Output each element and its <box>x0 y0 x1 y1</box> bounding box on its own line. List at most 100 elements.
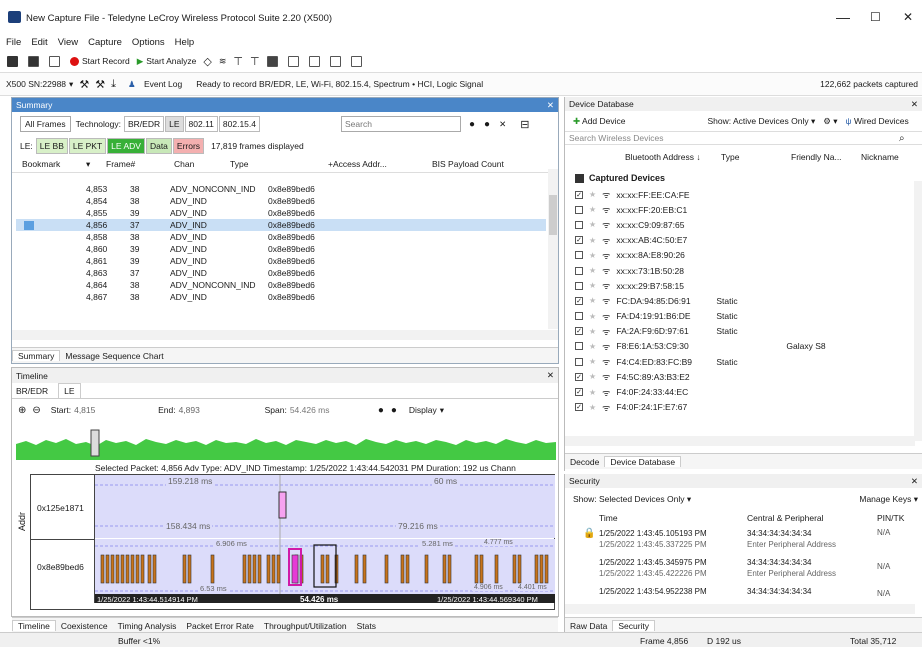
summary-close-button[interactable]: ✕ <box>547 98 554 112</box>
timeline-next-icon[interactable]: ● <box>391 405 397 416</box>
device-checkbox[interactable]: ✓ <box>575 296 583 305</box>
filter-clear-icon[interactable]: ⊤ <box>250 55 260 68</box>
menu-help[interactable]: Help <box>175 37 195 48</box>
star-icon[interactable]: ★ <box>589 220 596 229</box>
show-devices-dropdown[interactable]: Show: Active Devices Only ▾ <box>708 116 816 127</box>
settings-gear-icon[interactable]: ⚙ ▾ <box>823 116 837 127</box>
summary-search-input[interactable]: Search <box>341 116 461 132</box>
security-show-dropdown[interactable]: Show: Selected Devices Only ▾ <box>573 494 691 505</box>
table-row[interactable]: 4,860 39 ADV_IND 0x8e89bed6 <box>16 243 546 255</box>
display-dropdown[interactable]: Display <box>409 405 437 415</box>
device-row[interactable]: ✓ ★ ᯤ FA:2A:F9:6D:97:61 Static <box>565 324 922 339</box>
star-icon[interactable]: ★ <box>589 190 596 199</box>
split-icon[interactable] <box>329 55 344 67</box>
device-checkbox[interactable]: ✓ <box>575 372 583 381</box>
tab-raw-data[interactable]: Raw Data <box>565 621 612 631</box>
tab-le[interactable]: LE <box>58 383 81 398</box>
tab-message-sequence[interactable]: Message Sequence Chart <box>60 351 168 361</box>
col-access-addr[interactable]: +Access Addr... <box>328 159 424 169</box>
copy-icon[interactable] <box>287 55 302 67</box>
star-icon[interactable]: ★ <box>589 251 596 260</box>
open-folder-icon[interactable] <box>7 55 21 67</box>
summary-vscroll[interactable] <box>548 169 558 329</box>
captured-devices-group[interactable]: Captured Devices <box>565 169 922 187</box>
tab-summary[interactable]: Summary <box>12 350 61 361</box>
tab-packet-error-rate[interactable]: Packet Error Rate <box>181 621 259 631</box>
device-row[interactable]: ✓ ★ ᯤ FC:DA:94:85:D6:91 Static <box>565 293 922 308</box>
device-checkbox[interactable]: ✓ <box>575 236 583 245</box>
menu-view[interactable]: View <box>58 37 78 48</box>
device-checkbox[interactable]: ✓ <box>575 327 583 336</box>
device-checkbox[interactable] <box>575 312 583 321</box>
tab-timeline[interactable]: Timeline <box>12 620 56 631</box>
timeline-prev-icon[interactable]: ● <box>378 405 384 416</box>
tab-bredr[interactable]: BR/EDR <box>16 386 48 396</box>
table-row[interactable]: 4,861 39 ADV_IND 0x8e89bed6 <box>16 255 546 267</box>
menu-capture[interactable]: Capture <box>88 37 122 48</box>
timeline-close-button[interactable]: ✕ <box>547 370 554 381</box>
layout-icon[interactable] <box>308 55 323 67</box>
col-friendly-name[interactable]: Friendly Na... <box>791 152 861 162</box>
event-log-button[interactable]: ♟ Event Log <box>122 79 182 90</box>
zoom-out-icon[interactable]: ⊖ <box>32 405 40 416</box>
device-row[interactable]: ✓ ★ ᯤ xx:xx:FF:EE:CA:FE <box>565 187 922 202</box>
device-checkbox[interactable] <box>575 205 583 214</box>
col-pin[interactable]: PIN/TK <box>877 513 904 523</box>
device-checkbox[interactable] <box>575 266 583 275</box>
col-bis-payload[interactable]: BIS Payload Count <box>424 159 524 169</box>
device-row[interactable]: ★ ᯤ xx:xx:8A:E8:90:26 <box>565 248 922 263</box>
tab-coexistence[interactable]: Coexistence <box>56 621 113 631</box>
span-field[interactable]: 54.426 ms <box>290 405 378 415</box>
menu-edit[interactable]: Edit <box>31 37 47 48</box>
trigger-icon[interactable]: ⚒ <box>95 78 105 91</box>
maximize-button[interactable]: ☐ <box>870 10 881 24</box>
all-frames-button[interactable]: All Frames <box>20 116 71 132</box>
col-frame[interactable]: Frame# <box>98 159 174 169</box>
selected-packet-bar[interactable] <box>291 554 299 584</box>
le-pkt-filter[interactable]: LE PKT <box>68 138 107 154</box>
tab-decode[interactable]: Decode <box>565 457 604 467</box>
packet-mark-upper[interactable] <box>278 491 287 519</box>
table-row[interactable]: 4,858 38 ADV_IND 0x8e89bed6 <box>16 231 546 243</box>
add-device-button[interactable]: ✚ Add Device <box>573 116 626 127</box>
star-icon[interactable]: ★ <box>589 342 596 351</box>
table-row[interactable]: 4,863 37 ADV_IND 0x8e89bed6 <box>16 267 546 279</box>
security-row[interactable]: 🔒 1/25/2022 1:43:45.105193 PM 1/25/2022 1… <box>583 526 922 555</box>
summary-hscroll[interactable] <box>12 330 558 340</box>
close-button[interactable]: ✕ <box>903 10 913 24</box>
star-icon[interactable]: ★ <box>589 205 596 214</box>
table-row[interactable]: 4,867 38 ADV_IND 0x8e89bed6 <box>16 291 546 303</box>
device-db-close-button[interactable]: ✕ <box>911 99 918 110</box>
security-close-button[interactable]: ✕ <box>911 476 918 487</box>
display-dropdown-icon[interactable]: ▾ <box>440 405 444 416</box>
device-checkbox[interactable] <box>575 342 583 351</box>
export-icon[interactable]: ⊟ <box>520 118 529 131</box>
tab-throughput[interactable]: Throughput/Utilization <box>259 621 352 631</box>
table-row[interactable]: 4,864 38 ADV_NONCONN_IND 0x8e89bed6 <box>16 279 546 291</box>
errors-filter[interactable]: Errors <box>172 138 205 154</box>
device-hscroll[interactable] <box>565 436 915 446</box>
col-time[interactable]: Time <box>599 513 747 523</box>
star-icon[interactable]: ★ <box>589 281 596 290</box>
device-row[interactable]: ★ ᯤ xx:xx:29:B7:58:15 <box>565 278 922 293</box>
search-prev-icon[interactable]: ● <box>484 119 490 130</box>
report-icon[interactable] <box>266 55 281 67</box>
star-icon[interactable]: ★ <box>589 266 596 275</box>
tech-80211[interactable]: 802.11 <box>184 116 218 132</box>
tab-security[interactable]: Security <box>612 620 656 631</box>
device-search-icon[interactable]: ⌕ <box>899 133 905 144</box>
search-next-icon[interactable]: ● <box>469 119 475 130</box>
minimize-button[interactable]: — <box>836 9 850 25</box>
device-checkbox[interactable] <box>575 357 583 366</box>
zoom-in-icon[interactable]: ⊕ <box>18 405 26 416</box>
wired-devices-button[interactable]: ψ Wired Devices <box>846 116 909 126</box>
tab-stats[interactable]: Stats <box>352 621 381 631</box>
device-checkbox[interactable]: ✓ <box>575 403 583 412</box>
device-row[interactable]: ★ ᯤ F8:E6:1A:53:C9:30 Galaxy S8 <box>565 339 922 354</box>
device-row[interactable]: ✓ ★ ᯤ F4:0F:24:33:44:EC <box>565 384 922 399</box>
device-vscroll[interactable] <box>914 181 922 441</box>
security-row[interactable]: 1/25/2022 1:43:45.345975 PM 1/25/2022 1:4… <box>599 555 922 584</box>
device-selector[interactable]: X500 SN:22988 <box>6 79 66 89</box>
device-row[interactable]: ★ ᯤ xx:xx:FF:20:EB:C1 <box>565 202 922 217</box>
star-icon[interactable]: ★ <box>589 388 596 397</box>
